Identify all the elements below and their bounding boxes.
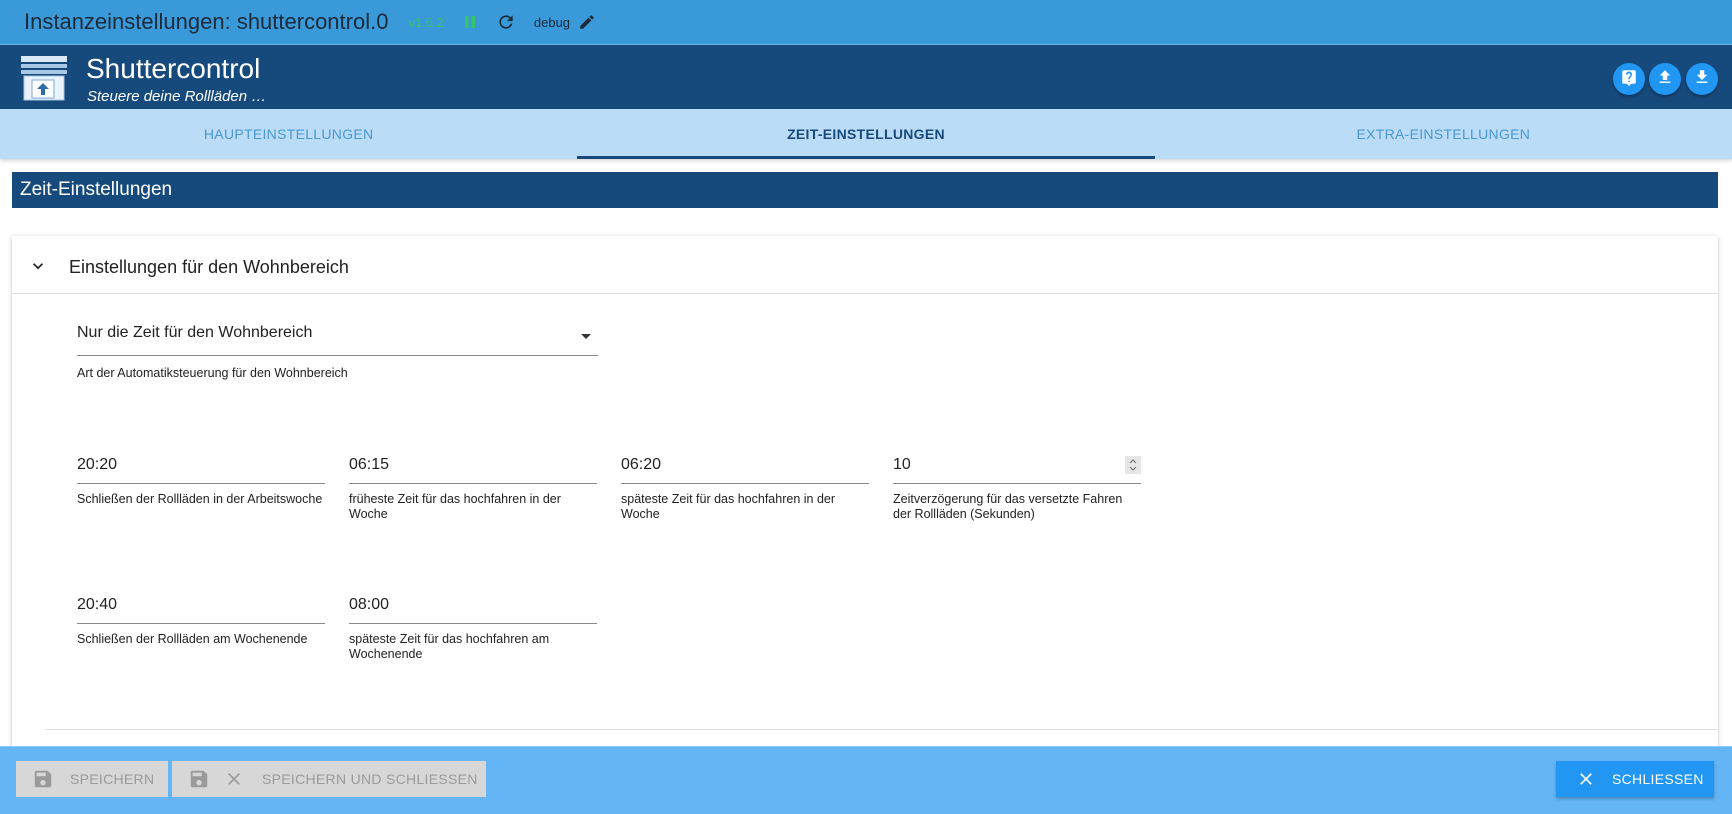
app-header: Shuttercontrol Steuere deine Rollläden … [0,44,1732,109]
tab-zeit-einstellungen[interactable]: ZEIT-EINSTELLUNGEN [577,109,1155,159]
delay-seconds-input[interactable]: 10 [893,444,1141,484]
field-value: 06:15 [349,456,390,473]
floppy-disk-icon [188,768,210,790]
close-label: SCHLIESSEN [1612,771,1704,787]
title-bar: Instanzeinstellungen: shuttercontrol.0 v… [0,0,1732,44]
earliest-open-weekday-label: früheste Zeit für das hochfahren in der … [349,492,561,521]
panel-divider [45,729,1718,730]
latest-open-weekday-input[interactable]: 06:20 [621,444,869,484]
field-value: 06:20 [621,456,662,473]
section-title: Zeit-Einstellungen [12,172,1718,208]
help-icon [1620,68,1638,91]
tab-haupteinstellungen[interactable]: HAUPTEINSTELLUNGEN [0,109,577,159]
floppy-disk-icon [32,768,54,790]
earliest-open-weekday-input[interactable]: 06:15 [349,444,597,484]
select-value: Nur die Zeit für den Wohnbereich [77,324,313,341]
latest-open-weekday-label: späteste Zeit für das hochfahren in der … [621,492,836,521]
page: Instanzeinstellungen: shuttercontrol.0 v… [0,0,1732,814]
number-spinner-icon[interactable] [1125,456,1141,474]
tab-bar: HAUPTEINSTELLUNGEN ZEIT-EINSTELLUNGEN EX… [0,109,1732,159]
pause-icon[interactable] [462,14,478,30]
refresh-icon[interactable] [496,12,516,32]
close-button[interactable]: SCHLIESSEN [1556,761,1714,797]
upload-button[interactable] [1649,63,1681,95]
latest-open-weekend-label: späteste Zeit für das hochfahren am Woch… [349,632,550,661]
version-label: v1.6.2 [408,14,444,30]
delay-seconds-label: Zeitverzögerung für das versetzte Fahren… [893,492,1123,521]
download-icon [1693,68,1711,91]
field-value: 08:00 [349,596,390,613]
field-value: 20:20 [77,456,118,473]
panel-title: Einstellungen für den Wohnbereich [69,257,349,277]
app-title: Shuttercontrol [86,53,261,84]
help-button[interactable] [1613,63,1645,95]
close-weekday-label: Schließen der Rollläden in der Arbeitswo… [77,492,323,506]
download-button[interactable] [1686,63,1718,95]
field-value: 20:40 [77,596,118,613]
tab-extra-einstellungen[interactable]: EXTRA-EINSTELLUNGEN [1155,109,1732,159]
dropdown-arrow-icon [580,328,592,346]
panel-header[interactable]: Einstellungen für den Wohnbereich [12,236,1718,294]
save-and-close-label: SPEICHERN UND SCHLIESSEN [262,771,478,787]
save-button[interactable]: SPEICHERN [16,761,168,797]
latest-open-weekend-input[interactable]: 08:00 [349,584,597,624]
automation-mode-select[interactable]: Nur die Zeit für den Wohnbereich [77,316,598,356]
save-and-close-button[interactable]: SPEICHERN UND SCHLIESSEN [172,761,486,797]
close-icon [1576,769,1596,789]
upload-icon [1656,68,1674,91]
shutter-logo-icon [20,55,68,101]
settings-panel: Einstellungen für den Wohnbereich Nur di… [12,236,1718,756]
field-value: 10 [893,456,911,473]
window-title: Instanzeinstellungen: shuttercontrol.0 [24,9,389,34]
close-weekend-input[interactable]: 20:40 [77,584,325,624]
save-label: SPEICHERN [70,771,155,787]
close-weekday-input[interactable]: 20:20 [77,444,325,484]
loglevel-label: debug [533,14,571,30]
close-icon [224,769,244,789]
chevron-down-icon[interactable] [28,256,48,281]
app-subtitle: Steuere deine Rollläden … [87,88,267,105]
close-weekend-label: Schließen der Rollläden am Wochenende [77,632,308,646]
pencil-icon[interactable] [578,13,596,31]
select-helper-text: Art der Automatiksteuerung für den Wohnb… [77,366,348,380]
footer-bar: SPEICHERN SPEICHERN UND SCHLIESSEN SCHLI… [0,746,1732,814]
